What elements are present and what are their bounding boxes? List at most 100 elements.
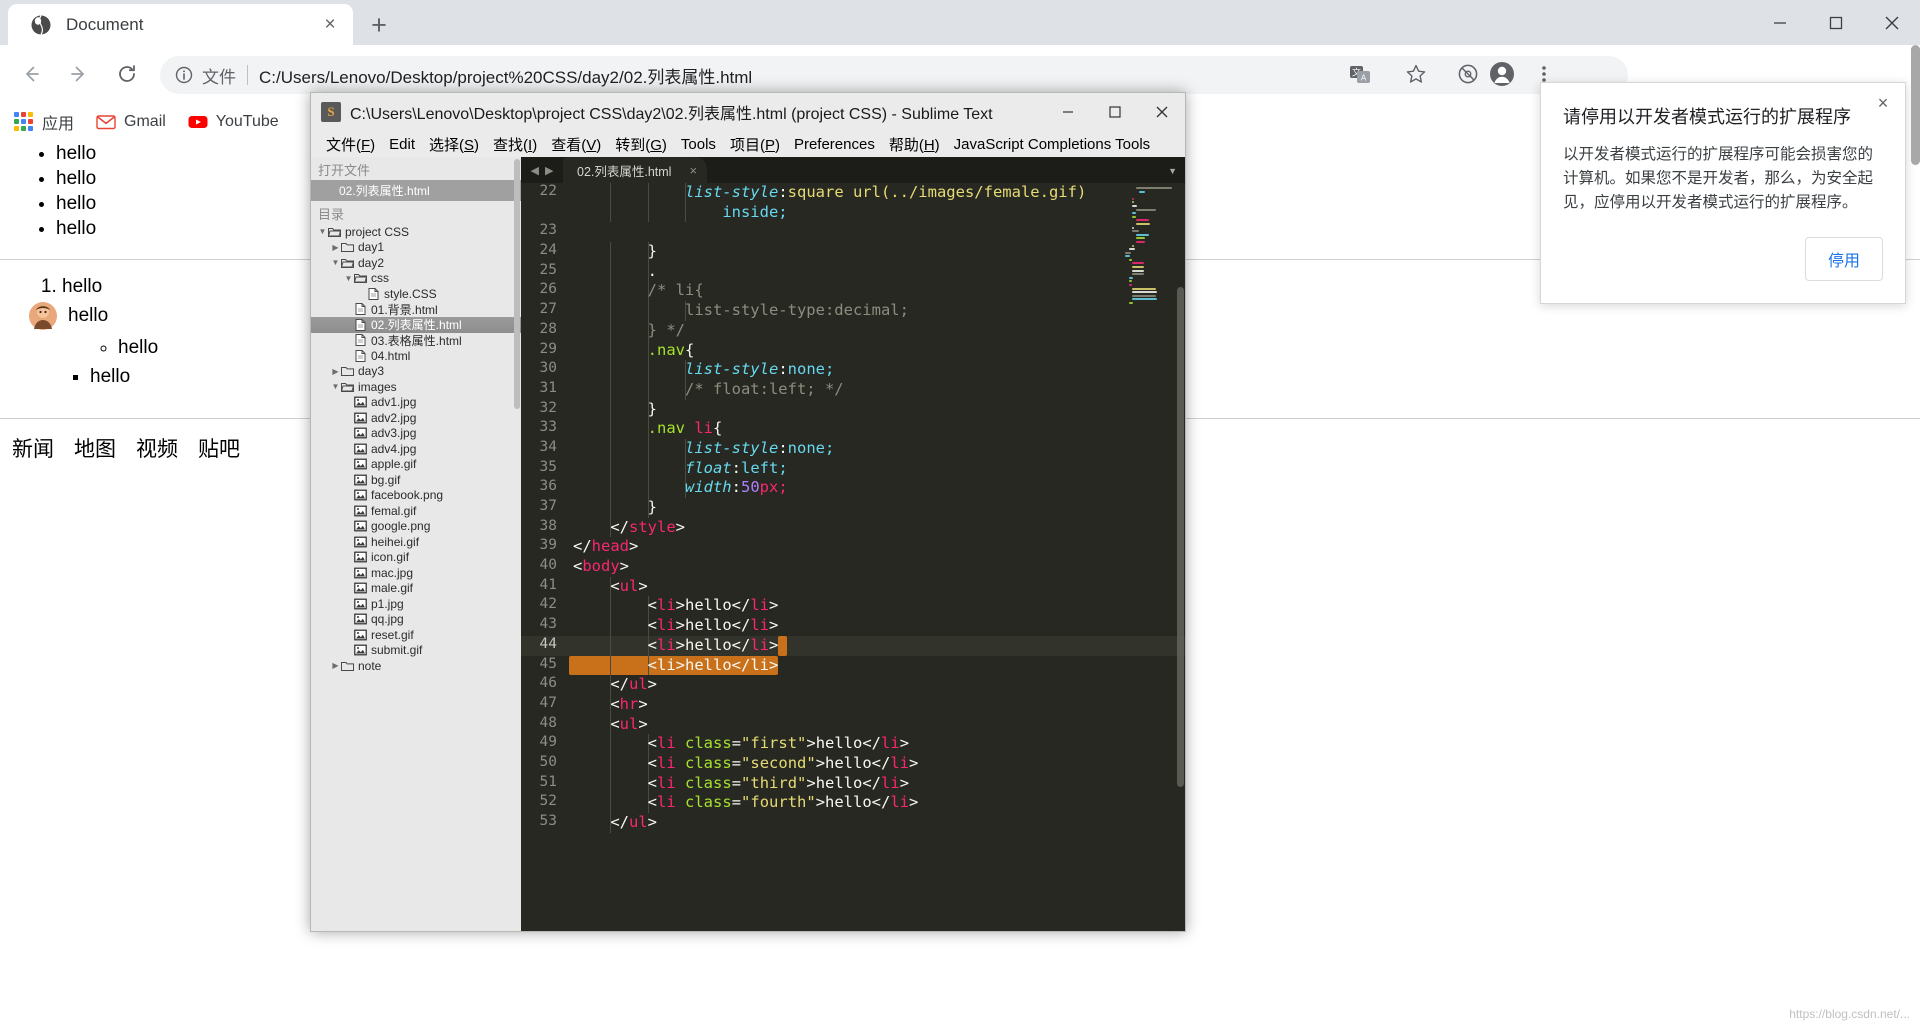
profile-icon[interactable] (1486, 58, 1518, 90)
menu-item[interactable]: Preferences (787, 136, 882, 153)
code-line[interactable]: 50 <li class="second">hello</li> (521, 753, 1185, 774)
code-area[interactable]: 22 list-style:square url(../images/femal… (521, 183, 1185, 931)
disable-button[interactable]: 停用 (1804, 237, 1883, 281)
page-scrollbar[interactable] (1911, 45, 1920, 165)
tab-nav-arrows[interactable]: ◀ ▶ (521, 157, 563, 183)
translate-icon[interactable]: 文A (1344, 58, 1376, 90)
menu-item[interactable]: Edit (382, 136, 422, 153)
editor-tab-close-icon[interactable]: × (689, 163, 697, 178)
tree-file[interactable]: style.CSS (311, 286, 521, 302)
code-line[interactable]: 49 <li class="first">hello</li> (521, 734, 1185, 754)
tree-file[interactable]: mac.jpg (311, 565, 521, 581)
menu-item[interactable]: 转到(G) (608, 134, 674, 155)
code-line[interactable]: 29 .nav{ (521, 340, 1185, 361)
code-line[interactable]: inside; (521, 202, 1185, 223)
extension-warning-dialog[interactable]: × 请停用以开发者模式运行的扩展程序 以开发者模式运行的扩展程序可能会损害您的计… (1540, 82, 1906, 304)
bookmark-gmail[interactable]: Gmail (96, 112, 166, 132)
code-line[interactable]: 51 <li class="third">hello</li> (521, 773, 1185, 794)
back-arrow-icon[interactable] (14, 57, 48, 91)
chevron-right-icon[interactable]: ▶ (330, 243, 341, 252)
code-line[interactable]: 23 (521, 222, 1185, 242)
code-line[interactable]: 26 /* li{ (521, 281, 1185, 302)
tree-folder[interactable]: ▼ css (311, 271, 521, 287)
star-icon[interactable] (1400, 58, 1432, 90)
code-line[interactable]: 28 } */ (521, 320, 1185, 341)
close-icon[interactable]: × (1871, 91, 1895, 115)
tab-next-icon[interactable]: ▶ (545, 164, 553, 177)
tree-file[interactable]: 01.背景.html (311, 302, 521, 318)
code-line[interactable]: 52 <li class="fourth">hello</li> (521, 793, 1185, 813)
tab-close-icon[interactable]: × (317, 12, 343, 38)
tree-file[interactable]: adv1.jpg (311, 395, 521, 411)
maximize-icon[interactable] (1808, 0, 1864, 45)
code-line[interactable]: 42 <li>hello</li> (521, 596, 1185, 617)
code-line[interactable]: 45 <li>hello</li> (521, 655, 1185, 676)
tree-folder[interactable]: ▼ images (311, 379, 521, 395)
code-line[interactable]: 43 <li>hello</li> (521, 616, 1185, 636)
file-tree[interactable]: ▼ project CSS ▶ day1 ▼ day2 ▼ css style.CSS 01.背景… (311, 224, 521, 674)
chevron-down-icon[interactable]: ▼ (330, 258, 341, 267)
minimize-icon[interactable] (1044, 93, 1091, 131)
code-line[interactable]: 53 </ul> (521, 813, 1185, 833)
menu-item[interactable]: 文件(F) (319, 134, 382, 155)
code-line[interactable]: 36 width:50px; (521, 478, 1185, 498)
sublime-editor[interactable]: ◀ ▶ 02.列表属性.html × ▼ 22 list-style:squar… (521, 157, 1185, 931)
minimize-icon[interactable] (1752, 0, 1808, 45)
code-line[interactable]: 34 list-style:none; (521, 438, 1185, 459)
menu-item[interactable]: Tools (674, 136, 723, 153)
chevron-down-icon[interactable]: ▼ (317, 227, 328, 236)
info-circle-icon[interactable] (174, 65, 194, 85)
tree-file[interactable]: apple.gif (311, 457, 521, 473)
bookmark-apps[interactable]: 应用 (14, 110, 74, 134)
tree-folder[interactable]: ▶ day1 (311, 240, 521, 256)
code-line[interactable]: 30 list-style:none; (521, 360, 1185, 380)
tree-file[interactable]: 02.列表属性.html (311, 317, 521, 333)
code-line[interactable]: 27 list-style-type:decimal; (521, 301, 1185, 321)
sublime-title-bar[interactable]: S C:\Users\Lenovo\Desktop\project CSS\da… (311, 93, 1185, 131)
code-line[interactable]: 25 . (521, 261, 1185, 282)
tree-file[interactable]: adv2.jpg (311, 410, 521, 426)
code-line[interactable]: 22 list-style:square url(../images/femal… (521, 183, 1185, 203)
editor-scrollbar[interactable] (1177, 287, 1184, 787)
menu-item[interactable]: 查找(I) (486, 134, 544, 155)
code-line[interactable]: 46 </ul> (521, 675, 1185, 695)
tree-file[interactable]: femal.gif (311, 503, 521, 519)
tree-folder[interactable]: ▼ day2 (311, 255, 521, 271)
menu-item[interactable]: 选择(S) (422, 134, 486, 155)
code-line[interactable]: 35 float:left; (521, 458, 1185, 479)
sublime-text-window[interactable]: S C:\Users\Lenovo\Desktop\project CSS\da… (310, 92, 1186, 932)
tree-file[interactable]: p1.jpg (311, 596, 521, 612)
code-line[interactable]: 37 } (521, 498, 1185, 518)
tree-file[interactable]: reset.gif (311, 627, 521, 643)
close-icon[interactable] (1864, 0, 1920, 45)
browser-tab[interactable]: Document × (8, 4, 353, 45)
tree-file[interactable]: icon.gif (311, 550, 521, 566)
tree-file[interactable]: 03.表格属性.html (311, 333, 521, 349)
chevron-down-icon[interactable]: ▼ (343, 274, 354, 283)
tree-file[interactable]: heihei.gif (311, 534, 521, 550)
chevron-down-icon[interactable]: ▼ (1168, 166, 1177, 176)
code-line[interactable]: 24 } (521, 242, 1185, 262)
tree-file[interactable]: submit.gif (311, 643, 521, 659)
tree-file[interactable]: male.gif (311, 581, 521, 597)
code-line[interactable]: 31 /* float:left; */ (521, 379, 1185, 400)
new-tab-button[interactable]: + (362, 10, 396, 40)
code-line[interactable]: 41 <ul> (521, 576, 1185, 597)
tree-file[interactable]: adv4.jpg (311, 441, 521, 457)
menu-item[interactable]: 帮助(H) (882, 134, 947, 155)
code-line[interactable]: 47 <hr> (521, 694, 1185, 715)
code-line[interactable]: 33 .nav li{ (521, 419, 1185, 439)
bookmark-youtube[interactable]: YouTube (188, 112, 279, 132)
editor-tab[interactable]: 02.列表属性.html × (563, 157, 708, 183)
tree-folder[interactable]: ▶ day3 (311, 364, 521, 380)
code-line[interactable]: 44 <li>hello</li> (521, 635, 1185, 656)
chevron-right-icon[interactable]: ▶ (330, 367, 341, 376)
tree-folder[interactable]: ▼ project CSS (311, 224, 521, 240)
tree-file[interactable]: bg.gif (311, 472, 521, 488)
code-line[interactable]: 48 <ul> (521, 714, 1185, 735)
tab-prev-icon[interactable]: ◀ (531, 164, 539, 177)
code-line[interactable]: 32 } (521, 399, 1185, 420)
code-line[interactable]: 38 </style> (521, 517, 1185, 538)
open-file-item[interactable]: 02.列表属性.html (311, 180, 521, 201)
sublime-sidebar[interactable]: 打开文件 02.列表属性.html 目录 ▼ project CSS ▶ day1 ▼ d… (311, 157, 521, 931)
